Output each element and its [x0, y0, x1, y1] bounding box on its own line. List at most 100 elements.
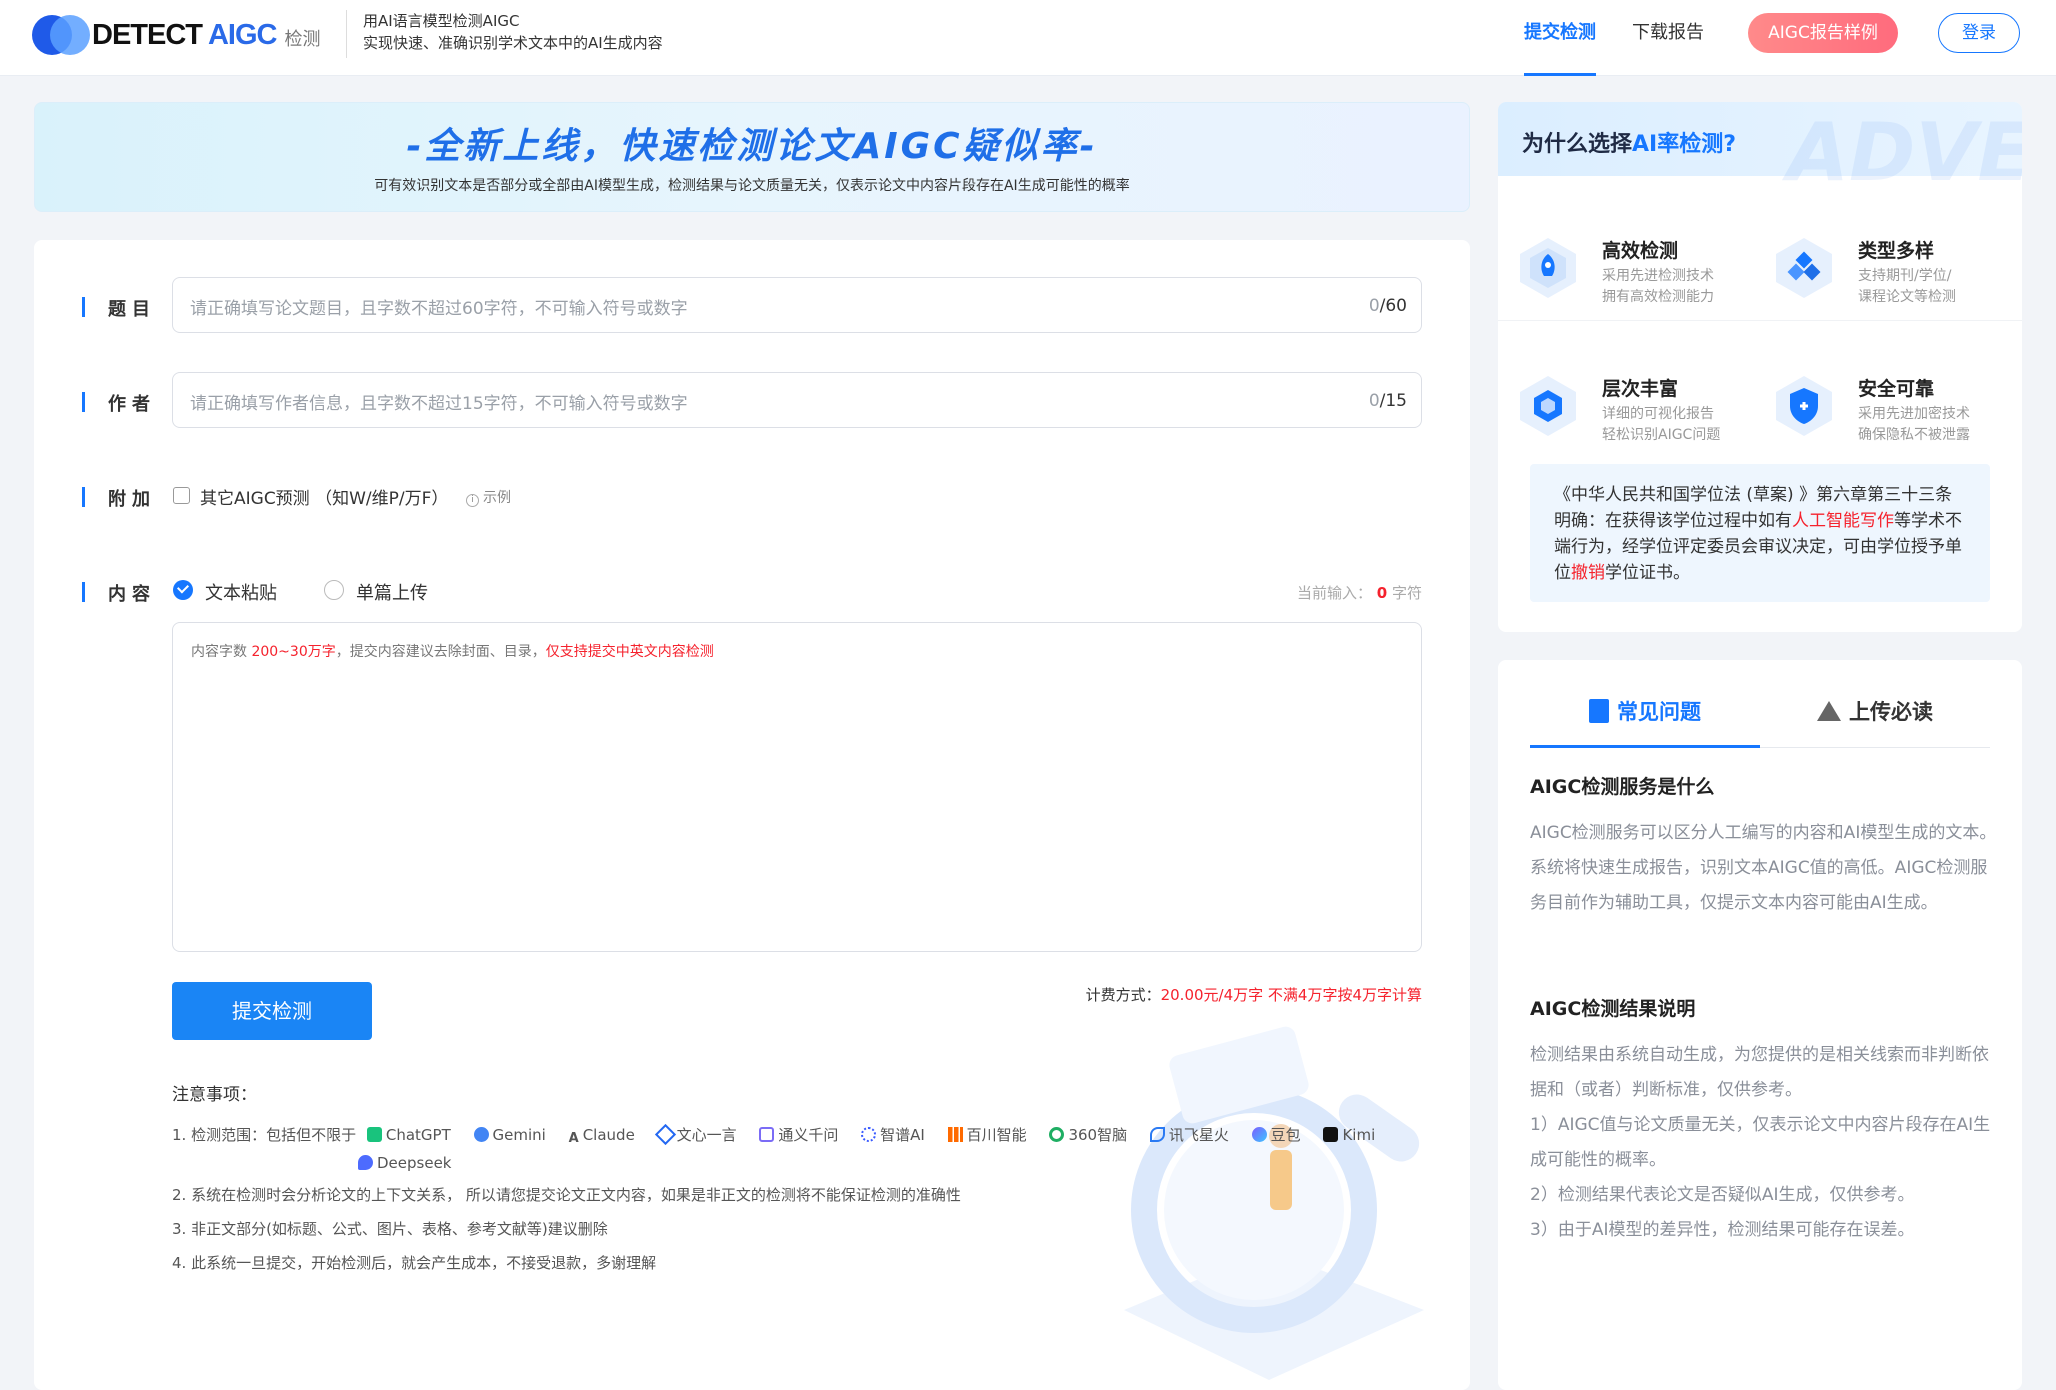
why-choose-card: ADVE 为什么选择AI率检测? 高效检测 采用先进检测技术 拥有高效检测能力 类… — [1498, 102, 2022, 632]
submission-form-card: 题目 请正确填写论文题目，且字数不超过60字符，不可输入符号或数字 0/60 作… — [34, 240, 1470, 1390]
title-label: 题目 — [82, 295, 156, 321]
book-icon — [1589, 699, 1609, 723]
extra-aigc-option-label[interactable]: 其它AIGC预测 （知W/维P/万F） — [200, 484, 448, 509]
faq-question-2: AIGC检测结果说明 — [1530, 998, 1696, 1020]
feature-variety-desc: 支持期刊/学位/课程论文等检测 — [1858, 268, 1956, 305]
notes-title: 注意事项： — [172, 1085, 257, 1105]
model-chatgpt: ChatGPT — [366, 1126, 451, 1144]
shield-icon — [1776, 376, 1832, 436]
slogan: 用AI语言模型检测AIGC 实现快速、准确识别学术文本中的AI生成内容 — [346, 10, 663, 58]
logo[interactable]: DETECT AIGC 检测 — [32, 14, 320, 56]
feature-variety-title: 类型多样 — [1858, 240, 1935, 262]
deepseek-icon — [358, 1155, 373, 1170]
zhinao-360-icon — [1049, 1127, 1065, 1142]
model-zhipu: 智谱AI — [861, 1126, 925, 1144]
warning-icon — [1817, 701, 1841, 721]
author-counter: 0/15 — [1368, 391, 1407, 411]
chatgpt-icon — [366, 1127, 382, 1142]
upload-mode-label[interactable]: 单篇上传 — [356, 579, 428, 605]
logo-mark-icon — [32, 15, 90, 55]
extra-label: 附加 — [82, 485, 156, 511]
model-kimi: Kimi — [1323, 1126, 1375, 1144]
model-doubao: 豆包 — [1251, 1126, 1301, 1144]
kimi-icon — [1323, 1127, 1339, 1142]
content-label: 内容 — [82, 580, 156, 606]
gemini-icon — [473, 1127, 489, 1142]
title-counter: 0/60 — [1368, 296, 1407, 316]
header-watermark: ADVE — [1787, 106, 2022, 199]
tab-faq[interactable]: 常见问题 — [1530, 686, 1760, 748]
nav-submit-detection[interactable]: 提交检测 — [1524, 0, 1596, 76]
feature-secure-desc: 采用先进加密技术 确保隐私不被泄露 — [1858, 406, 1970, 443]
faq-question-1: AIGC检测服务是什么 — [1530, 776, 1715, 798]
layers-icon — [1520, 376, 1576, 436]
submit-detection-button[interactable]: 提交检测 — [172, 982, 372, 1040]
faq-answer-1: AIGC检测服务可以区分人工编写的内容和AI模型生成的文本。 系统将快速生成报告… — [1530, 823, 1997, 913]
content-hint: 内容字数 200~30万字，提交内容建议去除封面、目录，仅支持提交中英文内容检测 — [191, 644, 714, 660]
note-3: 3. 非正文部分(如标题、公式、图片、表格、参考文献等)建议删除 — [172, 1220, 608, 1238]
faq-answer-2-item-3: 3）由于AI模型的差异性，检测结果可能存在误差。 — [1530, 1220, 1915, 1240]
zhipu-icon — [861, 1127, 877, 1142]
feature-rich: 层次丰富 详细的可视化报告 轻松识别AIGC问题 — [1498, 336, 1728, 456]
banner-subtitle: 可有效识别文本是否部分或全部由AI模型生成，检测结果与论文质量无关，仅表示论文中… — [374, 178, 1130, 194]
model-360: 360智脑 — [1049, 1126, 1127, 1144]
feature-efficient-desc: 采用先进检测技术 拥有高效检测能力 — [1602, 268, 1714, 305]
slogan-line-1: 用AI语言模型检测AIGC — [363, 12, 520, 30]
paste-mode-label[interactable]: 文本粘贴 — [205, 579, 277, 605]
title-placeholder: 请正确填写论文题目，且字数不超过60字符，不可输入符号或数字 — [190, 299, 688, 319]
tab-upload-notes[interactable]: 上传必读 — [1760, 686, 1990, 748]
info-icon: i — [466, 494, 479, 507]
xunfei-icon — [1149, 1127, 1165, 1142]
model-wenxin: 文心一言 — [654, 1123, 737, 1146]
feature-secure: 安全可靠 采用先进加密技术 确保隐私不被泄露 — [1754, 336, 1984, 456]
why-header: ADVE 为什么选择AI率检测? — [1498, 102, 2022, 199]
logo-text: DETECT AIGC — [92, 18, 277, 51]
author-label: 作者 — [82, 390, 156, 416]
feature-variety: 类型多样 支持期刊/学位/课程论文等检测 — [1754, 198, 1984, 318]
content-textarea[interactable]: 内容字数 200~30万字，提交内容建议去除封面、目录，仅支持提交中英文内容检测 — [172, 622, 1422, 952]
feature-efficient: 高效检测 采用先进检测技术 拥有高效检测能力 — [1498, 198, 1728, 318]
wenxin-icon — [654, 1123, 676, 1146]
baichuan-icon — [947, 1127, 963, 1142]
report-sample-button[interactable]: AIGC报告样例 — [1748, 13, 1898, 53]
model-gemini: Gemini — [473, 1126, 546, 1144]
model-claude: A Claude — [568, 1126, 635, 1146]
top-header: DETECT AIGC 检测 用AI语言模型检测AIGC 实现快速、准确识别学术… — [0, 0, 2056, 76]
feature-secure-title: 安全可靠 — [1858, 378, 1935, 400]
title-input[interactable]: 请正确填写论文题目，且字数不超过60字符，不可输入符号或数字 0/60 — [172, 277, 1422, 333]
upload-mode-radio[interactable] — [324, 580, 344, 600]
magnifier-illustration — [1124, 1026, 1424, 1380]
feature-rich-title: 层次丰富 — [1602, 378, 1679, 400]
faq-answer-2: 检测结果由系统自动生成，为您提供的是相关线索而非判断依据和（或者）判断标准，仅供… — [1530, 1045, 1989, 1100]
model-tongyi: 通义千问 — [759, 1126, 838, 1144]
cubes-icon — [1776, 238, 1832, 298]
logo-subtitle: 检测 — [284, 29, 321, 50]
paste-mode-radio[interactable] — [173, 580, 193, 600]
model-baichuan: 百川智能 — [947, 1126, 1027, 1144]
login-button[interactable]: 登录 — [1938, 13, 2020, 53]
extra-aigc-checkbox[interactable] — [173, 487, 190, 504]
claude-icon: A — [568, 1131, 579, 1146]
faq-card: 常见问题 上传必读 AIGC检测服务是什么 AIGC检测服务可以区分人工编写的内… — [1498, 660, 2022, 1390]
current-input-counter: 当前输入： 0 字符 — [1296, 584, 1422, 602]
rocket-icon — [1520, 238, 1576, 298]
faq-answer-2-item-2: 2）检测结果代表论文是否疑似AI生成，仅供参考。 — [1530, 1185, 1915, 1205]
example-link[interactable]: i 示例 — [466, 487, 511, 507]
feature-rich-desc: 详细的可视化报告 轻松识别AIGC问题 — [1602, 406, 1721, 443]
nav-download-report[interactable]: 下载报告 — [1632, 0, 1704, 76]
tongyi-icon — [759, 1127, 775, 1142]
note-4: 4. 此系统一旦提交，开始检测后，就会产生成本，不接受退款，多谢理解 — [172, 1254, 657, 1272]
note-1: 1. 检测范围：包括但不限于 ChatGPT Gemini A Claude 文心… — [172, 1123, 1375, 1146]
doubao-icon — [1251, 1127, 1267, 1142]
model-xunfei: 讯飞星火 — [1149, 1126, 1229, 1144]
degree-law-notice: 《中华人民共和国学位法 (草案) 》第六章第三十三条明确：在获得该学位过程中如有… — [1530, 464, 1990, 602]
why-title: 为什么选择AI率检测? — [1522, 132, 1736, 157]
feature-efficient-title: 高效检测 — [1602, 240, 1679, 262]
author-input[interactable]: 请正确填写作者信息，且字数不超过15字符，不可输入符号或数字 0/15 — [172, 372, 1422, 428]
model-deepseek: Deepseek — [358, 1154, 452, 1172]
promo-banner: -全新上线，快速检测论文AIGC疑似率- 可有效识别文本是否部分或全部由AI模型… — [34, 102, 1470, 212]
slogan-line-2: 实现快速、准确识别学术文本中的AI生成内容 — [363, 34, 663, 52]
note-2: 2. 系统在检测时会分析论文的上下文关系， 所以请您提交论文正文内容，如果是非正… — [172, 1186, 961, 1204]
pricing-info: 计费方式：20.00元/4万字 不满4万字按4万字计算 — [1085, 986, 1422, 1004]
author-placeholder: 请正确填写作者信息，且字数不超过15字符，不可输入符号或数字 — [190, 394, 688, 414]
